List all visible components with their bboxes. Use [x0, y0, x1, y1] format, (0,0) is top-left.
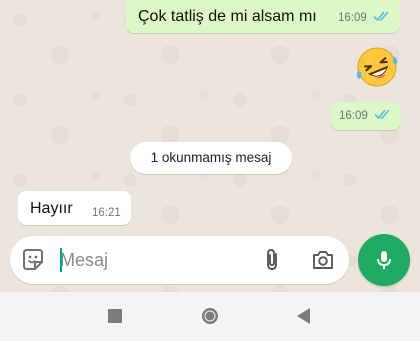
- microphone-icon: [377, 251, 391, 269]
- unread-messages-banner: 1 okunmamış mesaj: [130, 142, 292, 174]
- read-ticks-icon: [374, 109, 390, 120]
- rofl-emoji-icon[interactable]: [353, 43, 401, 91]
- message-time: 16:09: [339, 110, 368, 122]
- message-bubble-incoming[interactable]: Hayıır 16:21: [18, 191, 131, 225]
- back-icon[interactable]: [296, 307, 312, 325]
- message-bubble-outgoing[interactable]: 16:09: [331, 102, 401, 130]
- recent-apps-icon[interactable]: [108, 309, 122, 323]
- text-cursor: [60, 248, 62, 272]
- paperclip-icon[interactable]: [260, 248, 284, 272]
- message-input[interactable]: [60, 247, 240, 273]
- read-ticks-icon: [373, 11, 389, 22]
- message-text: Hayıır: [30, 200, 73, 217]
- sticker-icon[interactable]: [20, 247, 46, 273]
- message-text: Çok tatliş de mi alsam mı: [138, 8, 317, 25]
- home-icon[interactable]: [200, 306, 220, 326]
- message-time: 16:09: [338, 12, 367, 24]
- microphone-button[interactable]: [358, 234, 410, 286]
- message-time: 16:21: [92, 207, 121, 219]
- message-composer: [10, 236, 349, 284]
- message-bubble-outgoing[interactable]: Çok tatliş de mi alsam mı 16:09: [126, 0, 400, 33]
- camera-icon[interactable]: [311, 248, 335, 272]
